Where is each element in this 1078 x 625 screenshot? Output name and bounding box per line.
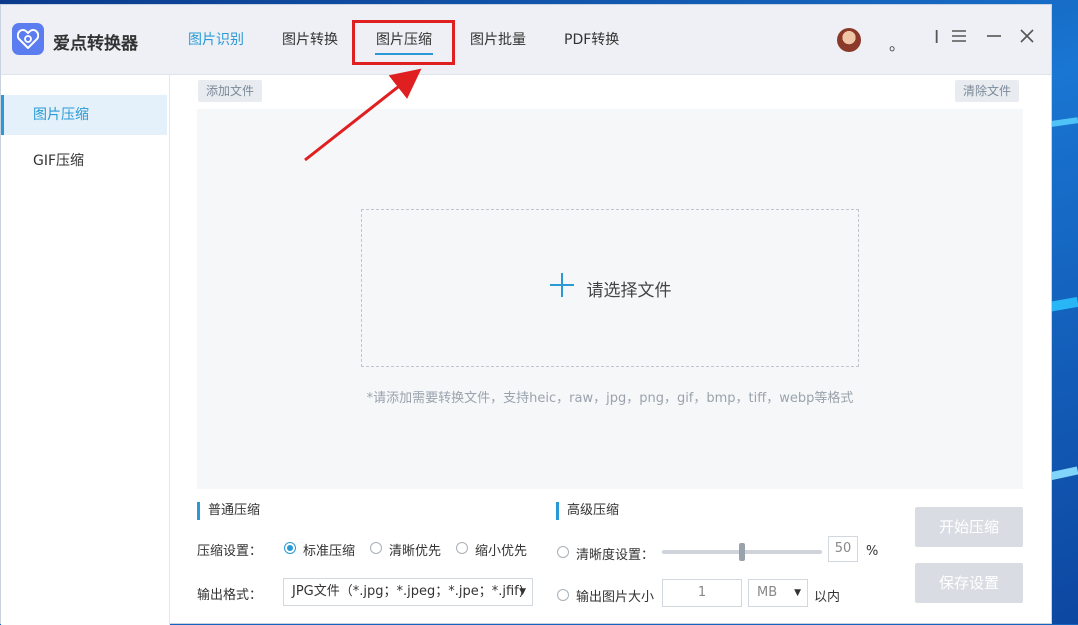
annotation-highlight-box [352,20,455,65]
supported-formats-hint: *请添加需要转换文件，支持heic，raw，jpg，png，gif，bmp，ti… [366,391,854,406]
option-smaller-first-label[interactable]: 缩小优先 [475,540,527,559]
save-settings-button[interactable]: 保存设置 [915,563,1023,603]
output-format-value: JPG文件（*.jpg；*.jpeg；*.jpe；*.jfif) [292,584,524,599]
close-icon[interactable] [1020,27,1034,48]
file-drop-area[interactable]: 请选择文件 *请添加需要转换文件，支持heic，raw，jpg，png，gif，… [197,109,1023,489]
output-format-label: 输出格式： [197,588,263,603]
app-title: 爱点转换器 [53,34,138,54]
clarity-value-input[interactable]: 50 [828,536,858,562]
title-bar: 爱点转换器 图片识别 图片转换 图片压缩 图片批量 PDF转换 。 I [1,5,1051,75]
size-suffix-label: 以内 [814,590,841,605]
clarity-slider-thumb[interactable] [739,543,745,561]
tab-image-recognition[interactable]: 图片识别 [188,29,244,49]
radio-output-size[interactable] [557,589,569,601]
advanced-compress-title: 高级压缩 [556,502,619,520]
sidebar: 图片压缩 GIF压缩 [1,75,170,625]
app-window: 爱点转换器 图片识别 图片转换 图片压缩 图片批量 PDF转换 。 I 图片压缩… [0,4,1052,625]
compress-setting-label: 压缩设置： [197,544,263,559]
option-clarity-first-label[interactable]: 清晰优先 [389,540,441,559]
output-size-input[interactable]: 1 [662,579,742,607]
size-unit-select[interactable]: MB ▼ [748,579,808,607]
caret-down-icon: ▼ [794,588,801,598]
output-size-label: 输出图片大小 [576,590,655,605]
size-unit-value: MB [757,585,778,600]
menu-icon[interactable] [951,27,967,48]
clear-files-button[interactable]: 清除文件 [955,80,1020,102]
radio-standard[interactable] [284,542,296,554]
minimize-icon[interactable] [986,27,1002,48]
sidebar-item-gif-compress[interactable]: GIF压缩 [1,141,167,181]
start-compress-button[interactable]: 开始压缩 [915,507,1023,547]
clarity-slider[interactable] [662,543,822,561]
normal-compress-title: 普通压缩 [197,502,260,520]
output-format-select[interactable]: JPG文件（*.jpg；*.jpeg；*.jpe；*.jfif) ▼ [283,578,533,606]
select-file-label: 请选择文件 [586,280,672,301]
add-file-button[interactable]: 添加文件 [198,80,263,102]
plus-icon [549,272,575,304]
radio-clarity-first[interactable] [370,542,382,554]
caret-down-icon: ▼ [519,587,526,597]
radio-clarity-setting[interactable] [557,546,569,558]
tab-pdf-convert[interactable]: PDF转换 [564,29,619,49]
clarity-setting-label: 清晰度设置： [576,548,655,563]
status-dot-icon: 。 [889,35,906,54]
divider-icon: I [934,27,940,48]
select-file-box[interactable]: 请选择文件 [361,209,859,367]
option-standard-label[interactable]: 标准压缩 [303,540,355,559]
user-avatar[interactable] [837,28,861,52]
tab-image-convert[interactable]: 图片转换 [282,29,338,49]
app-logo-icon [12,23,44,55]
tab-image-batch[interactable]: 图片批量 [470,29,526,49]
percent-unit: % [866,544,879,559]
sidebar-item-image-compress[interactable]: 图片压缩 [1,95,167,135]
radio-smaller-first[interactable] [456,542,468,554]
